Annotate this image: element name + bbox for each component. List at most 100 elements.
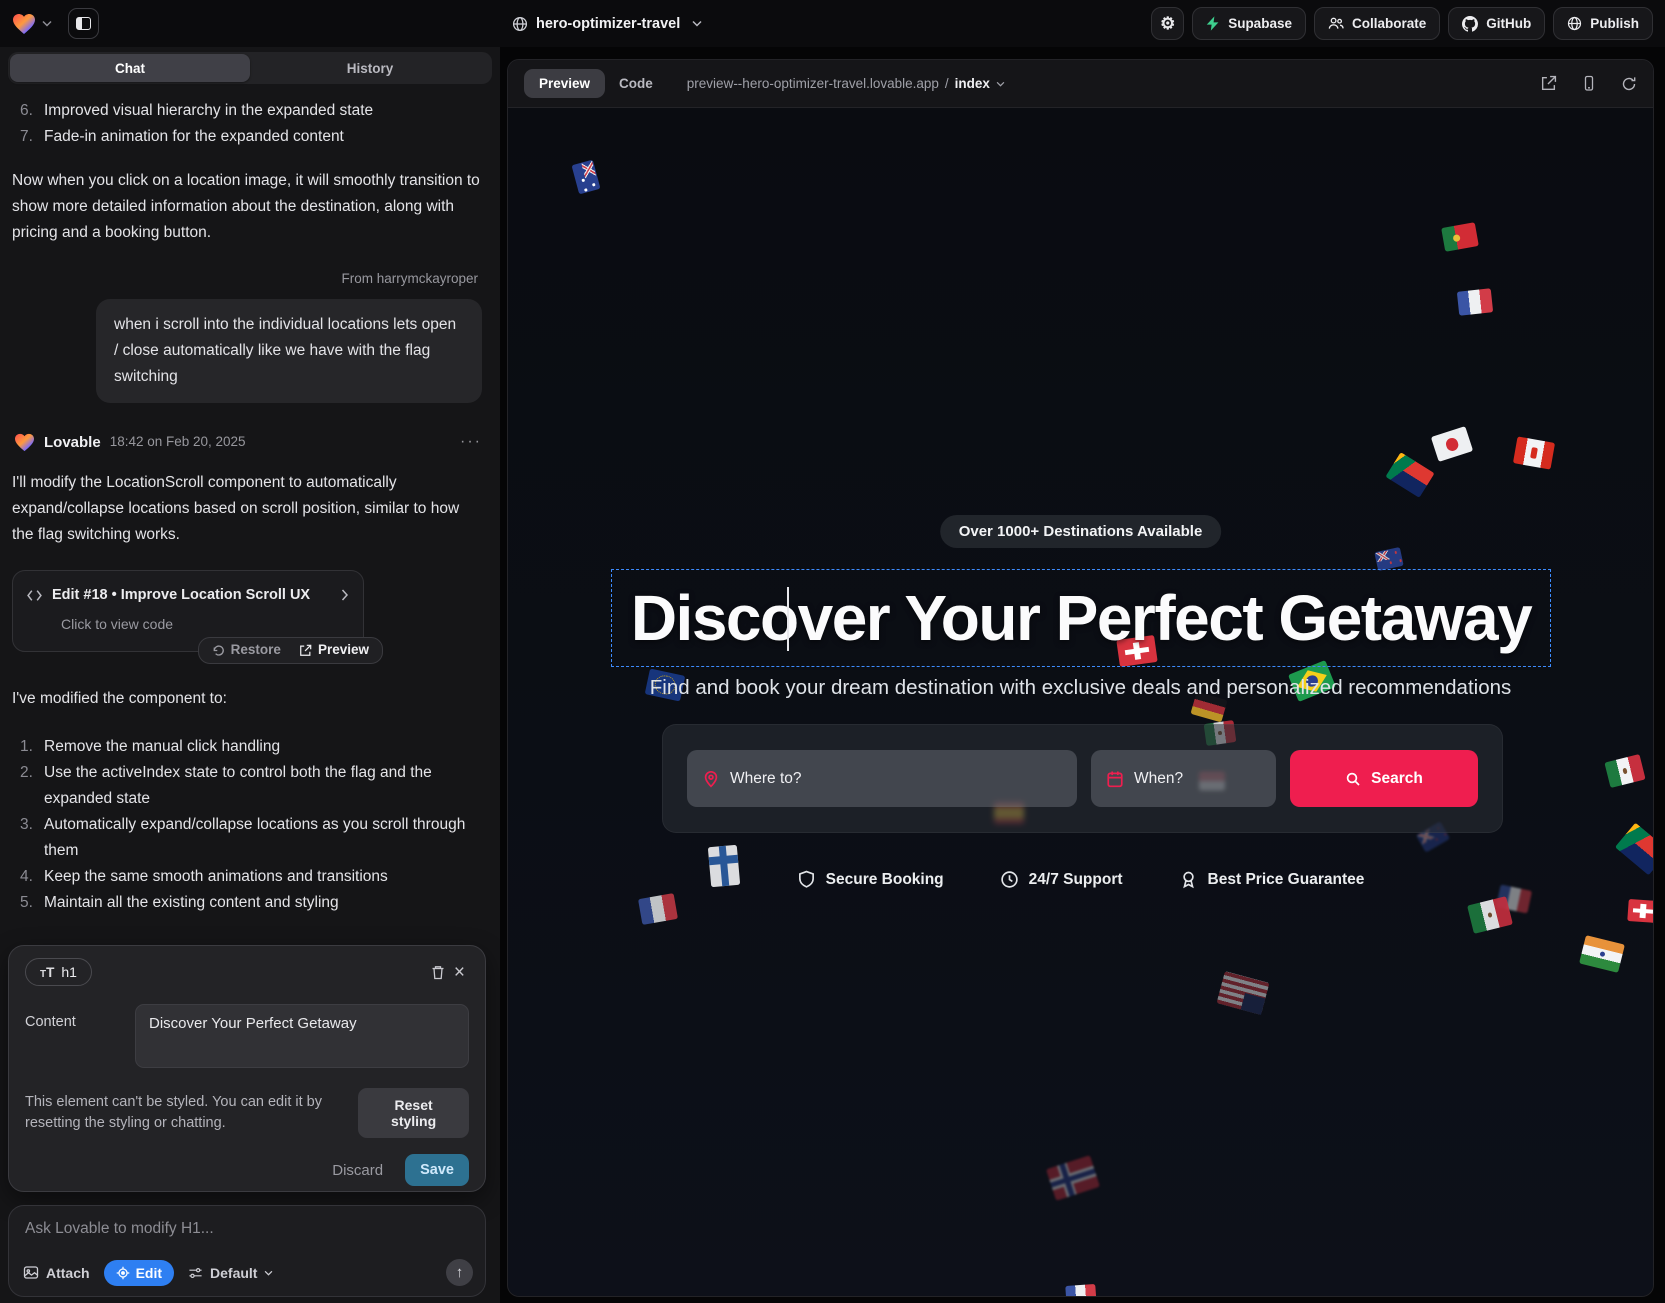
selected-element-outline[interactable]: Discover Your Perfect Getaway (611, 569, 1551, 667)
chat-input-box[interactable]: Attach Edit Default ↑ (8, 1205, 486, 1297)
github-button[interactable]: GitHub (1448, 7, 1545, 40)
github-icon (1462, 16, 1478, 32)
search-icon (1345, 771, 1361, 787)
list-item: Use the activeIndex state to control bot… (12, 760, 482, 812)
preview-url[interactable]: preview--hero-optimizer-travel.lovable.a… (687, 76, 1005, 91)
collaborate-button[interactable]: Collaborate (1314, 7, 1440, 40)
edit-mode-pill[interactable]: Edit (104, 1260, 174, 1286)
close-editor-button[interactable]: × (450, 959, 469, 986)
award-icon (1179, 870, 1198, 889)
tab-history[interactable]: History (250, 54, 490, 82)
refresh-button[interactable] (1621, 76, 1637, 92)
arrow-up-icon: ↑ (456, 1264, 464, 1281)
preview-button[interactable]: Preview (299, 639, 369, 662)
globe-icon (512, 16, 528, 32)
refresh-icon (1621, 76, 1637, 92)
chat-input-field[interactable] (25, 1220, 471, 1238)
open-in-new-tab-button[interactable] (1540, 75, 1557, 92)
calendar-icon (1106, 770, 1124, 788)
mode-chevron-down-icon (264, 1270, 273, 1276)
settings-button[interactable]: ⚙ (1151, 7, 1184, 40)
features-row: Secure Booking 24/7 Support Best Price G… (508, 870, 1653, 889)
when-input[interactable] (1134, 770, 1261, 788)
reset-styling-button[interactable]: Reset styling (358, 1088, 469, 1138)
edit-code-card[interactable]: Edit #18 • Improve Location Scroll UX Cl… (12, 570, 364, 652)
where-input[interactable] (730, 770, 1062, 788)
when-field[interactable] (1091, 750, 1276, 807)
flag-in-icon (1579, 935, 1625, 973)
flag-mx-icon (1604, 754, 1645, 788)
preview-toolbar: Preview Code preview--hero-optimizer-tra… (508, 60, 1653, 108)
open-preview-icon (299, 644, 312, 657)
content-textarea[interactable]: Discover Your Perfect Getaway (135, 1004, 469, 1068)
project-chevron-down-icon (692, 20, 702, 27)
trash-icon (430, 964, 446, 981)
edit-card-title: Edit #18 • Improve Location Scroll UX (52, 583, 310, 607)
restore-icon (212, 644, 225, 657)
flag-za-icon (1385, 452, 1434, 498)
discard-button[interactable]: Discard (332, 1162, 383, 1179)
restore-button[interactable]: Restore (212, 639, 281, 662)
edit-card-actions: Restore Preview (198, 637, 383, 664)
search-button[interactable]: Search (1290, 750, 1478, 807)
tab-code[interactable]: Code (619, 76, 653, 91)
text-caret (787, 587, 789, 651)
code-icon (27, 589, 42, 602)
top-bar: hero-optimizer-travel ⚙ Supabase Collabo… (0, 0, 1665, 47)
element-tag-badge: TT h1 (25, 958, 92, 986)
flag-ca-icon (1513, 436, 1555, 469)
tab-chat[interactable]: Chat (10, 54, 250, 82)
element-editor-panel: TT h1 × Content Discover Your Perfect Ge… (8, 945, 486, 1192)
save-button[interactable]: Save (405, 1154, 469, 1186)
flag-us-icon (1217, 971, 1270, 1015)
supabase-button[interactable]: Supabase (1192, 7, 1306, 40)
mode-selector[interactable]: Default (188, 1265, 273, 1281)
lovable-heart-icon (14, 433, 35, 452)
external-link-icon (1540, 75, 1557, 92)
send-message-button[interactable]: ↑ (446, 1259, 473, 1286)
chat-messages[interactable]: Improved visual hierarchy in the expande… (0, 84, 500, 916)
project-switcher[interactable]: hero-optimizer-travel (512, 0, 702, 47)
view-code-link[interactable]: Click to view code (61, 613, 349, 637)
attach-image-icon (23, 1265, 39, 1280)
assistant-paragraph: I'll modify the LocationScroll component… (12, 470, 482, 548)
assistant-paragraph: Now when you click on a location image, … (12, 168, 482, 246)
preview-panel: Preview Code preview--hero-optimizer-tra… (507, 59, 1654, 1297)
sidebar-toggle-button[interactable] (68, 8, 99, 39)
target-icon (116, 1266, 130, 1280)
flag-jp-icon (1431, 426, 1473, 462)
list-item: Automatically expand/collapse locations … (12, 812, 482, 864)
url-separator: / (945, 76, 949, 91)
lovable-logo-heart-icon[interactable] (12, 13, 36, 35)
tab-preview[interactable]: Preview (524, 69, 605, 98)
flag-ch-icon (1627, 899, 1653, 923)
flag-pt-icon (1441, 222, 1479, 252)
flag-nz-icon (1374, 547, 1403, 571)
message-menu-button[interactable]: ··· (460, 429, 482, 456)
flag-za-icon (1615, 823, 1653, 876)
search-card: Search (662, 724, 1503, 833)
supabase-bolt-icon (1206, 16, 1220, 31)
publish-button[interactable]: Publish (1553, 7, 1653, 40)
website-preview[interactable]: Over 1000+ Destinations Available Discov… (508, 108, 1653, 1296)
sliders-icon (188, 1266, 203, 1280)
mobile-view-button[interactable] (1581, 75, 1597, 92)
chat-sidebar: Chat History Improved visual hierarchy i… (0, 47, 500, 1303)
content-label: Content (25, 1004, 135, 1068)
flag-fr-icon (1457, 288, 1493, 315)
publish-globe-icon (1567, 16, 1582, 31)
list-item: Fade-in animation for the expanded conte… (12, 124, 482, 150)
where-field[interactable] (687, 750, 1077, 807)
from-label: From harrymckayroper (12, 268, 478, 291)
delete-element-button[interactable] (426, 960, 450, 985)
assistant-message-header: Lovable 18:42 on Feb 20, 2025 ··· (14, 429, 482, 456)
message-timestamp: 18:42 on Feb 20, 2025 (110, 431, 246, 454)
shield-icon (797, 870, 816, 889)
phone-icon (1581, 75, 1597, 92)
attach-button[interactable]: Attach (23, 1265, 90, 1281)
sidebar-tabs: Chat History (8, 52, 492, 84)
people-icon (1328, 16, 1344, 31)
chevron-right-icon (341, 589, 349, 601)
hero-heading[interactable]: Discover Your Perfect Getaway (631, 581, 1531, 655)
logo-chevron-down-icon[interactable] (42, 20, 52, 27)
